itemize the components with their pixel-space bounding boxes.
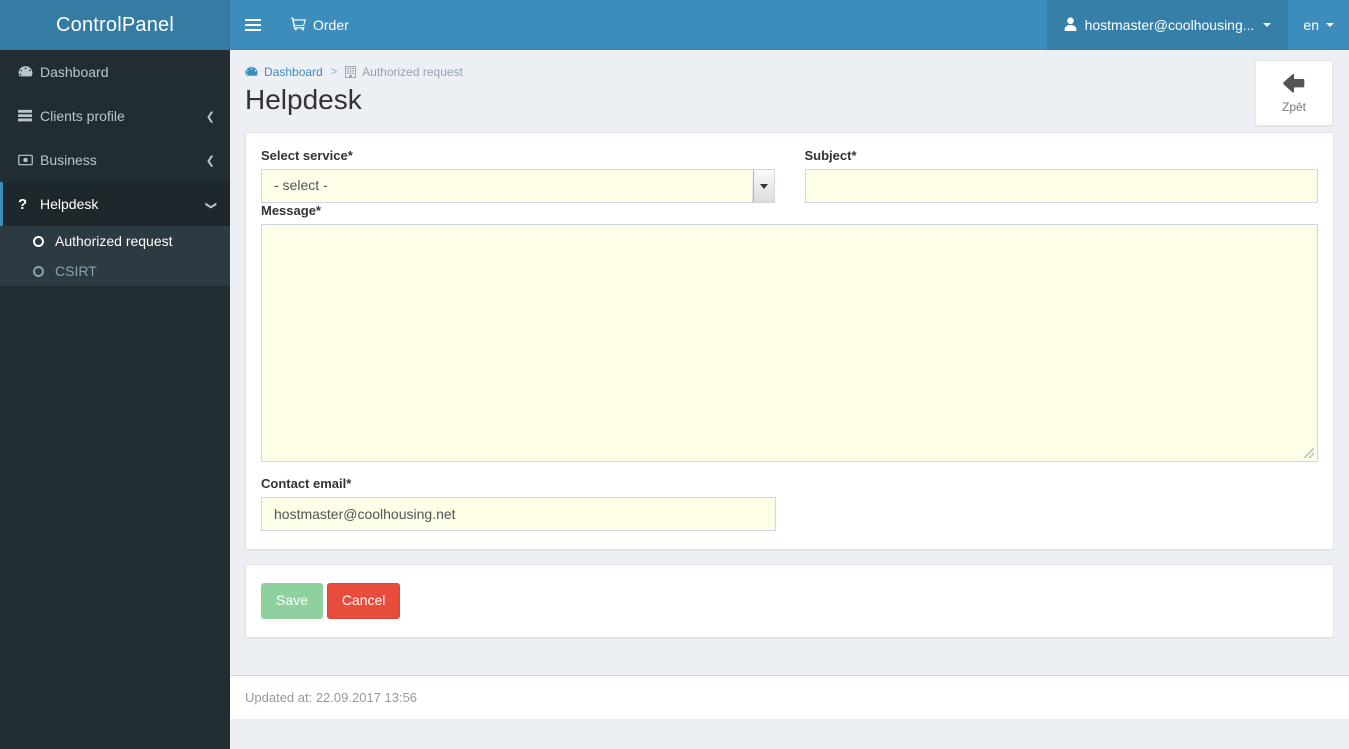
app-root: ControlPanel Order hostmaster@coolhousin… — [0, 0, 1349, 749]
breadcrumb-home-link[interactable]: Dashboard — [264, 65, 323, 79]
sidebar-item-label: Helpdesk — [40, 196, 99, 212]
chevron-down-icon — [1263, 23, 1272, 27]
content-wrapper: Dashboard > Authorized request Helpdesk … — [230, 50, 1349, 749]
form-actions-panel: Save Cancel — [245, 564, 1334, 638]
form-actions-panel-body: Save Cancel — [246, 565, 1333, 637]
sidebar-item-dashboard[interactable]: Dashboard — [0, 50, 230, 94]
language-menu-dropdown[interactable]: en — [1288, 0, 1349, 50]
select-service-input[interactable]: - select - — [261, 169, 775, 203]
form-col-right: Subject* — [804, 148, 1318, 203]
building-icon — [345, 66, 357, 78]
back-button[interactable]: Zpět — [1255, 60, 1333, 126]
updated-at-text: Updated at: 22.09.2017 13:56 — [245, 689, 418, 705]
content-header: Dashboard > Authorized request Helpdesk … — [230, 50, 1349, 132]
form-row-service-subject: Select service* - select - Subject* — [261, 148, 1318, 203]
form-group-select-service: Select service* - select - — [261, 148, 775, 203]
form-group-message: Message* — [261, 203, 1318, 462]
form-group-contact-email: Contact email* — [261, 476, 1318, 531]
sidebar-item-authorized-request[interactable]: Authorized request — [0, 226, 230, 256]
sidebar: Dashboard Clients profile Business — [0, 50, 230, 749]
hamburger-icon — [245, 16, 261, 34]
page-footer: Updated at: 22.09.2017 13:56 — [230, 674, 1349, 719]
tachometer-icon — [18, 65, 40, 79]
money-bill-icon — [18, 154, 40, 166]
sidebar-item-label: Business — [40, 152, 97, 168]
contact-email-label: Contact email* — [261, 476, 352, 491]
sidebar-item-clients-profile[interactable]: Clients profile — [0, 94, 230, 138]
select-service-wrapper: - select - — [261, 169, 775, 203]
tachometer-icon — [245, 66, 258, 78]
circle-o-icon — [33, 235, 55, 247]
chevron-left-icon — [206, 154, 215, 167]
sidebar-item-label: Clients profile — [40, 108, 125, 124]
subject-label: Subject* — [804, 148, 857, 163]
server-list-icon — [18, 109, 40, 123]
question-icon: ? — [18, 195, 28, 213]
sidebar-item-helpdesk[interactable]: ? Helpdesk — [0, 182, 230, 226]
sidebar-subitem-label: Authorized request — [55, 233, 173, 249]
breadcrumb: Dashboard > Authorized request — [245, 65, 1334, 79]
shopping-cart-icon — [291, 16, 306, 34]
sidebar-submenu-helpdesk: Authorized request CSIRT — [0, 226, 230, 286]
chevron-down-icon — [1326, 23, 1334, 27]
sidebar-item-csirt[interactable]: CSIRT — [0, 256, 230, 286]
language-label: en — [1303, 17, 1319, 33]
order-nav-button[interactable]: Order — [276, 0, 364, 50]
message-textarea[interactable] — [261, 224, 1318, 462]
sidebar-subitem-label: CSIRT — [55, 263, 97, 279]
brand-logo[interactable]: ControlPanel — [0, 0, 230, 50]
page-title: Helpdesk — [245, 84, 362, 115]
contact-email-input[interactable] — [261, 497, 776, 531]
user-menu-label: hostmaster@coolhousing... — [1084, 17, 1255, 33]
footer-spacer — [245, 652, 1334, 660]
content-body: Select service* - select - Subject* Mess… — [230, 132, 1349, 675]
user-menu-dropdown[interactable]: hostmaster@coolhousing... — [1046, 0, 1289, 50]
sidebar-item-business[interactable]: Business — [0, 138, 230, 182]
message-textarea-wrapper — [261, 224, 1318, 462]
cancel-button[interactable]: Cancel — [326, 583, 401, 619]
breadcrumb-separator: > — [330, 66, 338, 78]
helpdesk-form-panel-body: Select service* - select - Subject* Mess… — [246, 133, 1333, 549]
circle-o-icon — [33, 265, 55, 277]
user-icon — [1064, 16, 1077, 34]
back-button-label: Zpět — [1281, 99, 1306, 114]
select-service-label: Select service* — [261, 148, 353, 163]
sidebar-item-label: Dashboard — [40, 64, 109, 80]
save-button[interactable]: Save — [261, 583, 323, 619]
sidebar-toggle-button[interactable] — [230, 0, 276, 50]
navbar-left: Order — [230, 0, 364, 50]
chevron-left-icon — [206, 110, 215, 123]
navbar-right: hostmaster@coolhousing... en — [1046, 0, 1349, 50]
chevron-down-icon — [206, 198, 215, 211]
arrow-left-icon — [1282, 73, 1306, 97]
breadcrumb-current: Authorized request — [345, 65, 463, 79]
breadcrumb-current-label: Authorized request — [362, 65, 463, 79]
order-nav-label: Order — [313, 17, 349, 33]
subject-input[interactable] — [804, 169, 1318, 203]
helpdesk-form-panel: Select service* - select - Subject* Mess… — [245, 132, 1334, 550]
form-group-subject: Subject* — [804, 148, 1318, 203]
top-navbar: ControlPanel Order hostmaster@coolhousin… — [0, 0, 1349, 50]
form-col-left: Select service* - select - — [261, 148, 775, 203]
message-label: Message* — [261, 203, 321, 218]
brand-title: ControlPanel — [55, 13, 175, 36]
